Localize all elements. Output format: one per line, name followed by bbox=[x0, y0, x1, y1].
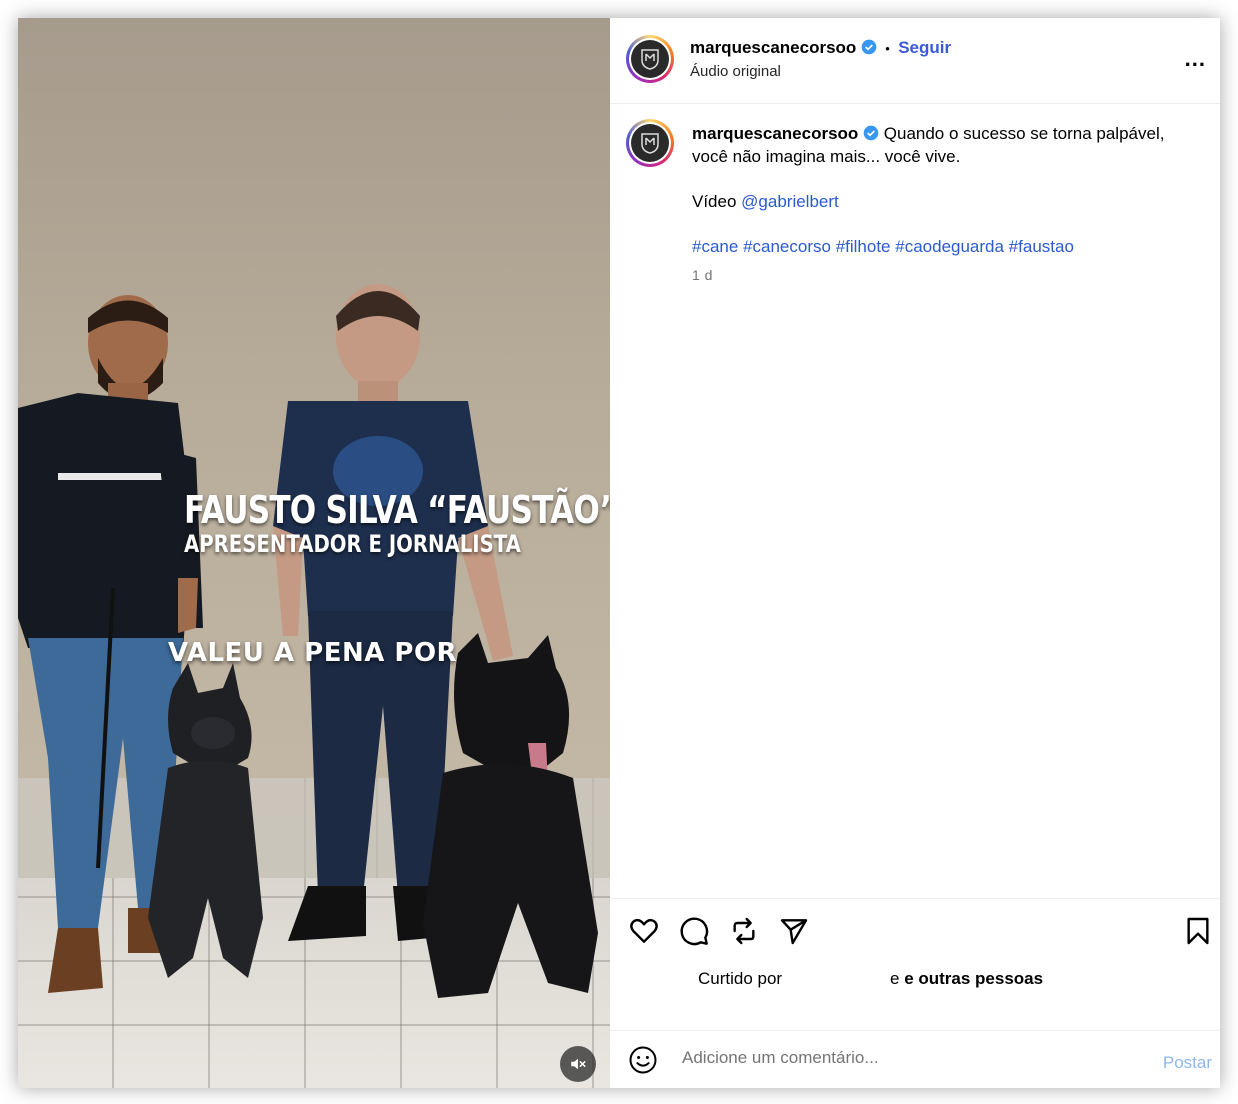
post-dialog: FAUSTO SILVA “FAUSTÃO” APRESENTADOR E JO… bbox=[18, 18, 1220, 1088]
overlay-role-text: APRESENTADOR E JORNALISTA bbox=[184, 530, 521, 558]
caption-avatar[interactable] bbox=[626, 119, 674, 167]
dog-right-figure bbox=[423, 633, 598, 998]
verified-badge-icon bbox=[861, 39, 877, 55]
post-header: marquescanecorsoo • Seguir Áudio origina… bbox=[610, 18, 1220, 104]
more-options-button[interactable]: ... bbox=[1185, 46, 1206, 72]
hashtag-link[interactable]: #cane bbox=[692, 237, 738, 256]
heart-icon[interactable] bbox=[628, 915, 660, 947]
hashtag-link[interactable]: #filhote bbox=[836, 237, 891, 256]
audio-link[interactable]: Áudio original bbox=[690, 63, 781, 80]
liked-by-prefix: Curtido por bbox=[698, 969, 783, 988]
overlay-name-text: FAUSTO SILVA “FAUSTÃO” bbox=[184, 488, 610, 532]
mute-toggle-button[interactable] bbox=[560, 1046, 596, 1082]
caption-username[interactable]: marquescanecorsoo bbox=[692, 124, 858, 143]
hashtag-link[interactable]: #canecorso bbox=[743, 237, 831, 256]
post-sidebar: marquescanecorsoo • Seguir Áudio origina… bbox=[610, 18, 1220, 1088]
dog-left-figure bbox=[148, 663, 263, 978]
comment-input[interactable] bbox=[680, 1047, 1124, 1069]
emoji-icon[interactable] bbox=[628, 1045, 658, 1075]
logo-shield-icon bbox=[631, 40, 669, 78]
liked-by-suffix-lead: e bbox=[890, 969, 905, 988]
bookmark-icon[interactable] bbox=[1182, 915, 1214, 947]
action-bar: Curtido por e e outras pessoas bbox=[610, 898, 1220, 1032]
others-link[interactable]: e outras pessoas bbox=[904, 969, 1043, 988]
video-credit-prefix: Vídeo bbox=[692, 192, 737, 211]
send-icon[interactable] bbox=[778, 915, 810, 947]
hashtag-list: #cane #canecorso #filhote #caodeguarda #… bbox=[692, 235, 1202, 258]
verified-badge-icon bbox=[863, 125, 879, 141]
muted-speaker-icon bbox=[571, 1058, 586, 1070]
video-player[interactable]: FAUSTO SILVA “FAUSTÃO” APRESENTADOR E JO… bbox=[18, 18, 610, 1088]
mention-link[interactable]: @gabrielbert bbox=[741, 192, 839, 211]
overlay-caption-text: VALEU A PENA POR bbox=[168, 638, 458, 668]
repost-icon[interactable] bbox=[728, 915, 760, 947]
comment-bar: Postar bbox=[610, 1030, 1220, 1088]
follow-button[interactable]: Seguir bbox=[898, 38, 951, 57]
header-separator: • bbox=[885, 41, 890, 56]
avatar[interactable] bbox=[626, 35, 674, 83]
comment-bubble-icon[interactable] bbox=[678, 915, 710, 947]
hashtag-link[interactable]: #caodeguarda bbox=[895, 237, 1004, 256]
logo-shield-icon bbox=[631, 124, 669, 162]
hashtag-link[interactable]: #faustao bbox=[1009, 237, 1074, 256]
header-username[interactable]: marquescanecorsoo bbox=[690, 38, 856, 57]
post-comment-button[interactable]: Postar bbox=[1163, 1053, 1212, 1073]
post-timestamp[interactable]: 1 d bbox=[692, 267, 713, 283]
post-caption: marquescanecorsoo Quando o sucesso se to… bbox=[692, 122, 1202, 258]
